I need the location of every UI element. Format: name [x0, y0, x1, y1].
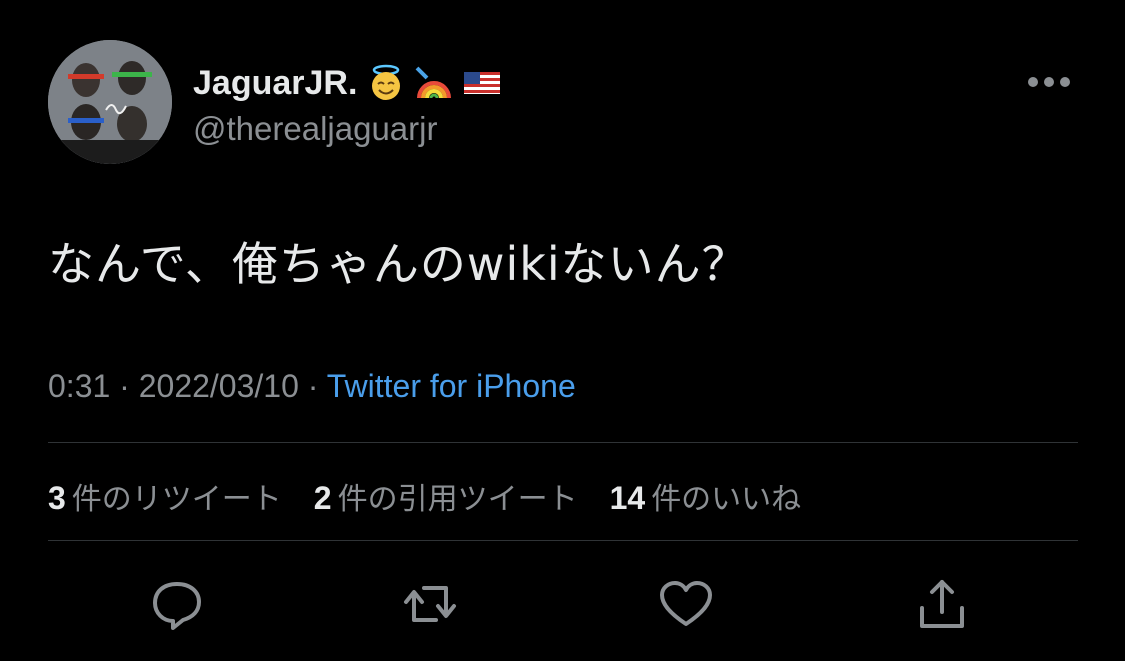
- tweet-text: なんで、俺ちゃんのwikiないん？: [48, 237, 749, 291]
- display-name-row: JaguarJR.: [193, 62, 501, 104]
- quotes-count: 2: [313, 480, 332, 516]
- rainbow-icon: [415, 66, 452, 99]
- retweet-button[interactable]: [398, 572, 462, 636]
- avatar-image: [48, 40, 172, 164]
- likes-count: 14: [609, 480, 646, 516]
- smiling-face-with-halo-icon: [372, 64, 401, 100]
- tweet-header: JaguarJR. @therealjaguarjr: [48, 40, 1078, 164]
- likes-stat[interactable]: 14 件のいいね: [610, 474, 802, 518]
- share-icon: [920, 580, 964, 628]
- handle[interactable]: @therealjaguarjr: [193, 110, 501, 148]
- share-button[interactable]: [910, 572, 974, 636]
- more-options-icon[interactable]: [1028, 74, 1072, 90]
- display-name[interactable]: JaguarJR.: [193, 64, 357, 103]
- meta-separator-1: ·: [119, 368, 130, 404]
- tweet-stats: 3 件のリツイート 2 件の引用ツイート 14 件のいいね: [48, 474, 801, 518]
- action-bar: [0, 572, 1125, 636]
- like-button[interactable]: [654, 572, 718, 636]
- reply-button[interactable]: [145, 572, 209, 636]
- avatar[interactable]: [48, 40, 172, 164]
- tweet-time: 0:31: [48, 368, 111, 404]
- retweet-icon: [404, 586, 456, 622]
- quotes-label: 件の引用ツイート: [337, 482, 578, 517]
- tweet-date: 2022/03/10: [138, 368, 299, 404]
- reply-icon: [153, 582, 201, 630]
- divider-bottom: [48, 540, 1078, 541]
- retweets-stat[interactable]: 3 件のリツイート: [48, 474, 282, 518]
- tweet-source-link[interactable]: Twitter for iPhone: [327, 368, 576, 404]
- divider-top: [48, 442, 1078, 443]
- tweet-meta: 0:31 · 2022/03/10 · Twitter for iPhone: [48, 368, 576, 405]
- retweets-label: 件のリツイート: [71, 482, 282, 517]
- us-flag-icon: [464, 72, 501, 94]
- like-icon: [660, 581, 712, 626]
- likes-label: 件のいいね: [651, 482, 802, 517]
- retweets-count: 3: [48, 480, 66, 516]
- quotes-stat[interactable]: 2 件の引用ツイート: [314, 474, 578, 518]
- meta-separator-2: ·: [307, 368, 319, 404]
